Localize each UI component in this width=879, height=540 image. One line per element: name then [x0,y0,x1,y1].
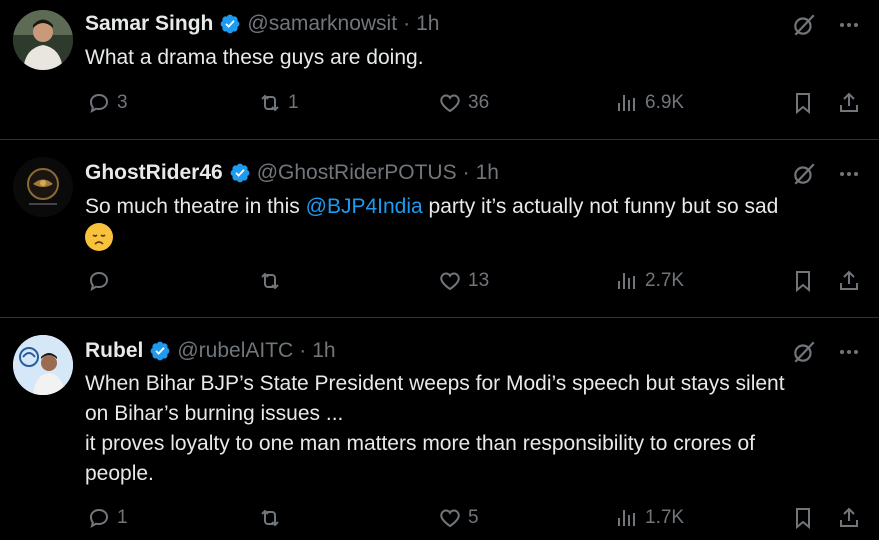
tweet-2[interactable]: GhostRider46 @GhostRiderPOTUS · 1h So mu… [0,139,879,318]
reply-button[interactable] [87,269,117,293]
disappointed-face-emoji-icon [85,223,113,252]
like-count: 36 [468,92,490,113]
retweet-count: 1 [288,92,299,113]
views-icon [618,95,635,111]
bookmark-icon [796,508,810,530]
share-button[interactable] [837,269,861,293]
share-button[interactable] [837,91,861,115]
retweet-icon [261,94,279,112]
retweet-icon [261,509,279,527]
author-name[interactable]: Samar Singh [85,12,213,36]
verified-badge-icon[interactable] [219,13,241,35]
grok-icon[interactable] [791,161,817,187]
verified-badge-icon[interactable] [149,340,171,362]
reply-button[interactable]: 1 [87,506,128,530]
bookmark-button[interactable] [791,269,815,293]
bookmark-icon [796,93,810,115]
separator-dot: · [462,161,470,184]
more-options-icon[interactable] [837,340,861,364]
tweet-3[interactable]: Rubel @rubelAITC · 1h When Bihar BJP’s S… [0,317,879,540]
timestamp[interactable]: 1h [416,12,439,36]
tweet-text: When Bihar BJP’s State President weeps f… [85,369,865,489]
retweet-icon [261,272,279,290]
tweet-text-line: on Bihar’s burning issues ... [85,402,344,425]
bookmark-button[interactable] [791,91,815,115]
like-button[interactable]: 13 [438,269,489,293]
reply-icon [89,271,109,292]
views-count: 1.7K [645,507,685,528]
tweet-text-line: it proves loyalty to one man matters mor… [85,432,755,455]
tweet-text-line: When Bihar BJP’s State President weeps f… [85,372,785,395]
heart-icon [440,272,460,291]
like-button[interactable]: 5 [438,506,479,530]
tweet-text-part: So much theatre in this [85,195,306,218]
views-count: 6.9K [645,92,685,113]
tweet-text-part: party it’s actually not funny but so sad [422,195,779,218]
more-options-icon[interactable] [837,162,861,186]
avatar[interactable] [13,10,73,70]
reply-icon [89,93,109,114]
tweet-1[interactable]: Samar Singh @samarknowsit · 1h What a dr… [0,0,879,140]
more-options-icon[interactable] [837,13,861,37]
author-name[interactable]: Rubel [85,339,143,363]
share-icon [840,507,858,527]
like-count: 13 [468,270,490,291]
bookmark-icon [796,271,810,293]
views-button[interactable]: 1.7K [615,506,684,530]
views-icon [618,510,635,526]
tweet-text-line: people. [85,462,154,485]
separator-dot: · [299,339,307,362]
separator-dot: · [403,12,411,35]
like-count: 5 [468,507,479,528]
timestamp[interactable]: 1h [476,161,499,185]
grok-icon[interactable] [791,12,817,38]
views-count: 2.7K [645,270,685,291]
tweet-text: What a drama these guys are doing. [85,46,424,69]
timestamp[interactable]: 1h [312,339,335,363]
author-handle[interactable]: @rubelAITC [177,339,293,363]
like-button[interactable]: 36 [438,91,489,115]
views-button[interactable]: 6.9K [615,91,684,115]
author-handle[interactable]: @GhostRiderPOTUS [257,161,457,185]
avatar[interactable] [13,335,73,395]
heart-icon [440,94,460,113]
heart-icon [440,509,460,528]
bookmark-button[interactable] [791,506,815,530]
retweet-button[interactable] [258,506,288,530]
reply-icon [89,508,109,529]
avatar[interactable] [13,157,73,217]
views-button[interactable]: 2.7K [615,269,684,293]
retweet-button[interactable] [258,269,288,293]
reply-count: 3 [117,92,128,113]
views-icon [618,273,635,289]
verified-badge-icon[interactable] [229,162,251,184]
mention-link[interactable]: @BJP4India [306,195,423,218]
tweet-text: So much theatre in this @BJP4India party… [85,192,865,252]
author-handle[interactable]: @samarknowsit [247,12,397,36]
reply-count: 1 [117,507,128,528]
share-icon [840,270,858,290]
retweet-button[interactable]: 1 [258,91,299,115]
author-name[interactable]: GhostRider46 [85,161,223,185]
share-button[interactable] [837,506,861,530]
reply-button[interactable]: 3 [87,91,128,115]
share-icon [840,92,858,112]
grok-icon[interactable] [791,339,817,365]
